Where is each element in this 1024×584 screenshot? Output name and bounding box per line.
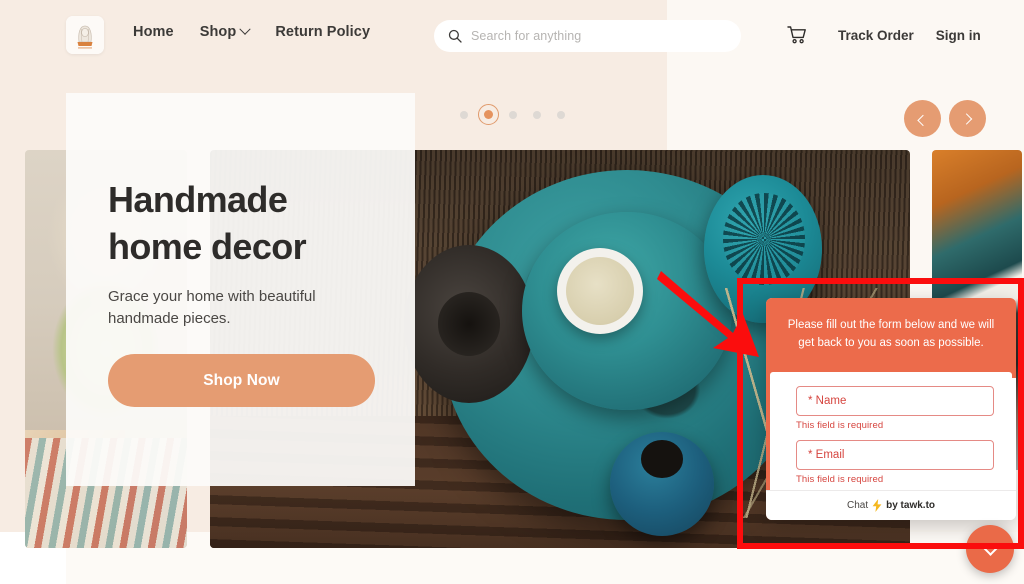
hero-title-line-2: home decor [108,226,307,267]
shop-now-button[interactable]: Shop Now [108,354,375,407]
search-icon [448,29,462,43]
hero-photo-dark-stone [404,245,534,403]
site-header: Home Shop Return Policy Search for anyth… [0,0,1024,70]
logo-portrait-icon [66,16,104,54]
nav-item-return-policy-label: Return Policy [275,24,371,40]
hero-title: Handmade home decor [108,176,393,270]
track-order-link[interactable]: Track Order [838,28,914,43]
chat-email-error: This field is required [796,474,884,485]
carousel-next-button[interactable] [949,100,986,137]
hero-photo-blue-vase [610,432,714,536]
nav-item-shop-label: Shop [199,24,237,40]
chat-name-input[interactable] [796,386,994,416]
header-links: Track Order Sign in [838,28,981,43]
nav-item-home-label: Home [133,24,174,40]
carousel-dot-1[interactable] [460,110,468,119]
chat-widget-accent-bar [766,298,770,520]
chat-form: This field is required This field is req… [770,372,1012,490]
carousel-dots [460,104,565,125]
chevron-down-icon [239,23,252,35]
chat-intro-message: Please fill out the form below and we wi… [787,319,995,349]
chat-minimize-button[interactable] [966,525,1014,573]
site-logo[interactable] [66,16,104,54]
lightning-bolt-icon [872,499,882,512]
carousel-dot-5[interactable] [557,110,565,119]
chat-footer-brand: by tawk.to [886,500,936,511]
carousel-dot-4[interactable] [533,110,541,119]
chat-name-error: This field is required [796,420,884,431]
nav-item-return-policy[interactable]: Return Policy [275,24,370,40]
nav-item-home[interactable]: Home [133,24,174,40]
carousel-dot-3[interactable] [509,110,517,119]
nav-item-shop[interactable]: Shop [199,23,252,40]
search-bar[interactable]: Search for anything [434,20,741,52]
cart-button[interactable] [786,24,808,46]
hero-text-card: Handmade home decor Grace your home with… [66,93,415,486]
chat-footer-prefix: Chat [846,500,869,511]
shopping-cart-icon [787,26,806,44]
chat-email-input[interactable] [796,440,994,470]
chevron-right-icon [960,112,972,125]
chat-widget-footer[interactable]: Chat by tawk.to [766,490,1016,520]
chat-email-field-group: This field is required [796,440,994,485]
chat-name-field-group: This field is required [796,386,994,431]
hero-title-line-1: Handmade [108,179,288,220]
chevron-left-icon [916,114,929,126]
carousel-dot-2-fill [484,110,493,119]
sign-in-link[interactable]: Sign in [936,28,981,43]
hero-subtitle: Grace your home with beautiful handmade … [108,288,316,327]
carousel-prev-button[interactable] [904,100,941,137]
search-input[interactable]: Search for anything [471,29,581,43]
primary-nav: Home Shop Return Policy [133,23,370,40]
page-root: Home Shop Return Policy Search for anyth… [0,0,1024,584]
carousel-arrows [904,100,986,137]
carousel-dot-2-active[interactable] [478,104,499,125]
tawkto-chat-widget: Please fill out the form below and we wi… [766,298,1016,520]
chevron-down-icon [979,534,1001,556]
